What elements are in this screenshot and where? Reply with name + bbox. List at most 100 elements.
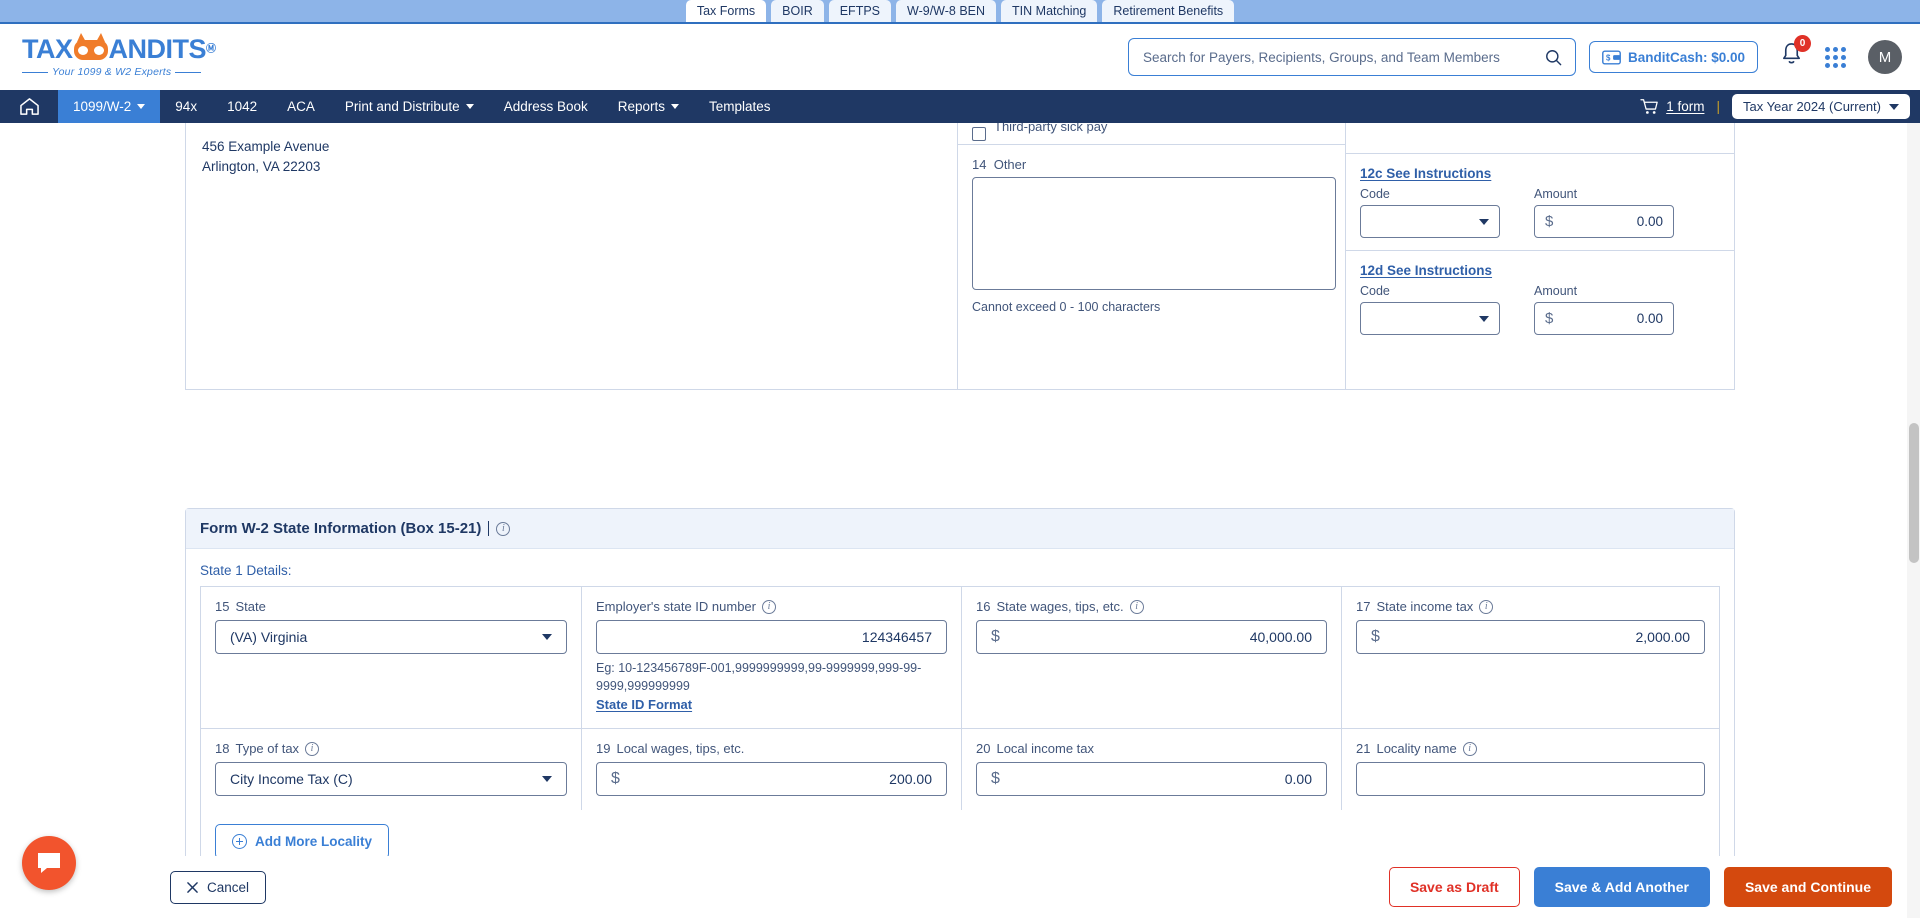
box-15-state-select[interactable]: (VA) Virginia [215, 620, 567, 654]
top-tab-tax-forms[interactable]: Tax Forms [685, 0, 767, 22]
address-line-1: 456 Example Avenue [202, 139, 330, 154]
box-21-locality-name-input[interactable] [1356, 762, 1705, 796]
box-14-label: Other [993, 157, 1027, 172]
chevron-down-icon [671, 104, 680, 109]
nav-item-aca[interactable]: ACA [272, 90, 330, 123]
save-and-continue-button[interactable]: Save and Continue [1723, 867, 1892, 907]
search-bar[interactable] [1128, 38, 1576, 76]
chevron-down-icon [137, 104, 146, 109]
nav-item-print-and-distribute[interactable]: Print and Distribute [330, 90, 489, 123]
logo[interactable]: TAX ANDITS Ⓜ Your 1099 & W2 Experts [22, 32, 222, 78]
top-tab-retirement-benefits[interactable]: Retirement Benefits [1102, 0, 1235, 22]
cart-icon[interactable] [1640, 98, 1659, 115]
box-18-value: City Income Tax (C) [230, 771, 353, 787]
notifications-button[interactable]: 0 [1780, 35, 1811, 72]
employer-state-id-label-group: Employer's state ID number i [596, 599, 947, 614]
search-input[interactable] [1141, 48, 1544, 66]
box-12d-code-select[interactable] [1360, 302, 1500, 335]
info-icon[interactable]: i [762, 599, 776, 614]
tax-year-label: Tax Year 2024 (Current) [1742, 99, 1881, 114]
nav-label: ACA [287, 99, 315, 114]
box-12d-code-field: Code [1360, 284, 1500, 335]
bandit-cash-button[interactable]: $ BanditCash: $0.00 [1588, 41, 1758, 73]
top-tab-eftps[interactable]: EFTPS [828, 0, 892, 22]
cancel-button[interactable]: Cancel [170, 870, 267, 904]
grid-dot [1841, 46, 1846, 52]
box-12c-instructions-link[interactable]: 12c See Instructions [1360, 166, 1491, 181]
box-12c-fields: Code Amount $ 0.00 [1360, 187, 1720, 238]
vertical-scrollbar-track[interactable] [1907, 123, 1920, 918]
state-fields-grid: 15 State (VA) Virginia Employer's state … [200, 586, 1720, 874]
grid-dot [1825, 62, 1830, 68]
nav-separator: | [1716, 99, 1720, 114]
box-17-value: 2,000.00 [1635, 629, 1691, 645]
chevron-down-icon [1889, 103, 1899, 110]
box-12d-amount-input[interactable]: $ 0.00 [1534, 302, 1674, 335]
top-tab-tin-matching[interactable]: TIN Matching [1001, 0, 1098, 22]
box-14-other-textarea[interactable] [972, 177, 1336, 290]
box-18-type-of-tax-select[interactable]: City Income Tax (C) [215, 762, 567, 796]
top-tab-w9-w8-ben[interactable]: W-9/W-8 BEN [896, 0, 997, 22]
nav-item-reports[interactable]: Reports [603, 90, 694, 123]
nav-item-94x[interactable]: 94x [160, 90, 212, 123]
box-15-state-value: (VA) Virginia [230, 629, 308, 645]
box-12c-amount-input[interactable]: $ 0.00 [1534, 205, 1674, 238]
wallet-icon: $ [1602, 49, 1621, 65]
box-12d-amount-field: Amount $ 0.00 [1534, 284, 1674, 335]
home-icon[interactable] [19, 97, 40, 116]
nav-item-1042[interactable]: 1042 [212, 90, 272, 123]
box-17-number: 17 [1356, 599, 1371, 614]
info-icon[interactable]: i [1479, 599, 1494, 614]
info-icon[interactable]: i [496, 521, 511, 536]
box-12-panel-spacer [1346, 123, 1734, 154]
app-header: TAX ANDITS Ⓜ Your 1099 & W2 Experts Sear… [0, 24, 1920, 90]
tax-year-select[interactable]: Tax Year 2024 (Current) [1731, 94, 1910, 119]
third-party-sick-pay-row[interactable]: Third-party sick pay [958, 123, 1345, 145]
nav-item-1099-w2[interactable]: 1099/W-2 [58, 90, 161, 123]
vertical-scrollbar-thumb[interactable] [1909, 423, 1919, 563]
nav-label: Templates [709, 99, 771, 114]
home-button[interactable] [0, 90, 58, 123]
third-party-sick-pay-checkbox[interactable] [972, 126, 986, 141]
box-20-input[interactable]: $ 0.00 [976, 762, 1327, 796]
apps-grid-icon[interactable] [1825, 46, 1846, 68]
box-19-input[interactable]: $ 200.00 [596, 762, 947, 796]
nav-item-templates[interactable]: Templates [694, 90, 786, 123]
box-13-14-panel: Third-party sick pay 14 Other Cannot exc… [958, 123, 1346, 389]
box-21-number: 21 [1356, 741, 1371, 756]
nav-label: 1042 [227, 99, 258, 114]
state-1-details-label: State 1 Details: [200, 563, 292, 578]
grid-dot [1825, 46, 1830, 52]
box-12d-instructions-link[interactable]: 12d See Instructions [1360, 263, 1492, 278]
info-icon[interactable]: i [1129, 599, 1144, 614]
state-id-format-link[interactable]: State ID Format [596, 697, 692, 712]
add-more-locality-button[interactable]: Add More Locality [215, 824, 390, 859]
avatar[interactable]: M [1868, 40, 1902, 74]
chat-support-button[interactable] [22, 836, 76, 890]
save-as-draft-button[interactable]: Save as Draft [1388, 867, 1520, 907]
box-21-label-group: 21 Locality name i [1356, 741, 1705, 756]
state-fields-row-1: 15 State (VA) Virginia Employer's state … [201, 587, 1719, 728]
bandit-cash-label: BanditCash: $0.00 [1627, 49, 1745, 65]
box-12c-code-select[interactable] [1360, 205, 1500, 238]
box-19-number: 19 [596, 741, 611, 756]
nav-label: Print and Distribute [344, 99, 460, 114]
box-17-input[interactable]: $ 2,000.00 [1356, 620, 1705, 654]
chevron-down-icon [542, 776, 552, 782]
header-right-group: $ BanditCash: $0.00 0 M [1588, 35, 1902, 74]
state-fields-row-2: 18 Type of tax i City Income Tax (C) 19 [201, 728, 1719, 810]
search-icon[interactable] [1544, 48, 1563, 67]
cart-forms-label: 1 form [1666, 99, 1705, 114]
box-16-input[interactable]: $ 40,000.00 [976, 620, 1327, 654]
nav-label: Reports [617, 99, 666, 114]
info-icon[interactable]: i [1462, 741, 1477, 756]
save-and-add-another-button[interactable]: Save & Add Another [1533, 867, 1710, 907]
top-tab-boir[interactable]: BOIR [771, 0, 824, 22]
nav-item-address-book[interactable]: Address Book [489, 90, 603, 123]
currency-symbol: $ [991, 628, 1000, 645]
cart-forms-link[interactable]: 1 form [1640, 98, 1704, 115]
notification-badge: 0 [1794, 35, 1811, 52]
box-16-label: State wages, tips, etc. [996, 599, 1124, 614]
info-icon[interactable]: i [305, 741, 320, 756]
employer-state-id-input[interactable]: 124346457 [596, 620, 947, 654]
